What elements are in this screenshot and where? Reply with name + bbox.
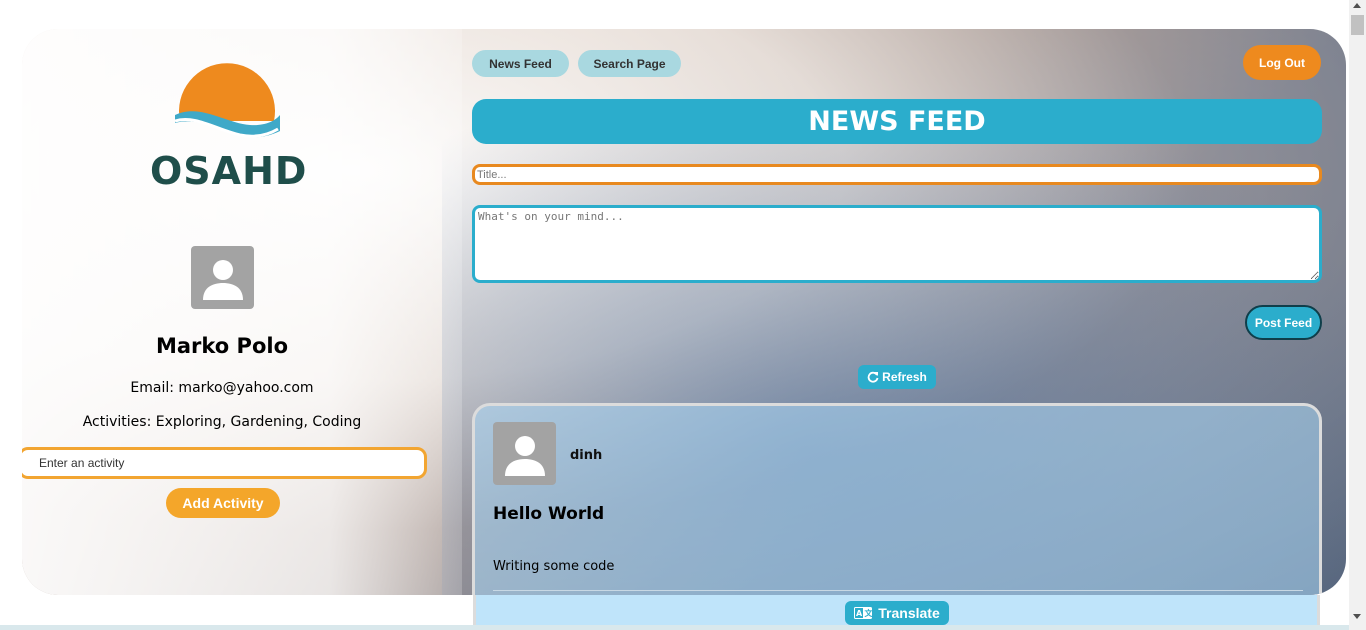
- post-title: Hello World: [493, 504, 605, 524]
- post-card: dinh Hello World Writing some code: [472, 403, 1322, 595]
- post-author: dinh: [570, 448, 603, 463]
- refresh-icon: [867, 371, 879, 383]
- svg-text:A: A: [856, 609, 863, 618]
- profile-email: Email: marko@yahoo.com: [130, 380, 314, 396]
- translate-label: Translate: [878, 605, 940, 621]
- logo-text: OSAHD: [150, 149, 308, 193]
- translate-icon: A 文: [854, 607, 873, 619]
- svg-text:文: 文: [865, 608, 873, 618]
- vertical-scrollbar[interactable]: [1349, 0, 1366, 630]
- user-silhouette-icon: [504, 435, 545, 476]
- post-body: Writing some code: [493, 559, 615, 574]
- activity-input[interactable]: [22, 447, 427, 479]
- news-feed-button[interactable]: News Feed: [472, 50, 569, 77]
- scroll-thumb[interactable]: [1351, 15, 1364, 35]
- sun-wave-logo-icon: [174, 63, 280, 138]
- refresh-label: Refresh: [882, 370, 927, 384]
- post-feed-button[interactable]: Post Feed: [1245, 305, 1322, 340]
- profile-activities: Activities: Exploring, Gardening, Coding: [82, 414, 362, 430]
- news-feed-banner: NEWS FEED: [472, 99, 1322, 144]
- logout-button[interactable]: Log Out: [1243, 45, 1321, 80]
- profile-name: Marko Polo: [155, 334, 288, 358]
- add-activity-button[interactable]: Add Activity: [166, 488, 280, 518]
- post-body-textarea[interactable]: [472, 205, 1322, 283]
- profile-avatar: [191, 246, 254, 309]
- osahd-logo: OSAHD: [150, 63, 308, 193]
- search-page-button[interactable]: Search Page: [578, 50, 681, 77]
- refresh-button[interactable]: Refresh: [858, 365, 936, 389]
- scroll-down-arrow-icon[interactable]: [1353, 614, 1361, 619]
- post-title-input[interactable]: [472, 164, 1322, 185]
- horizontal-scroll-track: [0, 625, 1349, 630]
- post-author-avatar: [493, 422, 556, 485]
- user-silhouette-icon: [202, 259, 243, 300]
- scroll-up-arrow-icon[interactable]: [1353, 3, 1361, 8]
- post-divider: [493, 590, 1303, 591]
- translate-button[interactable]: A 文 Translate: [845, 601, 949, 625]
- main-card: OSAHD Marko Polo Email: marko@yahoo.com …: [22, 29, 1346, 595]
